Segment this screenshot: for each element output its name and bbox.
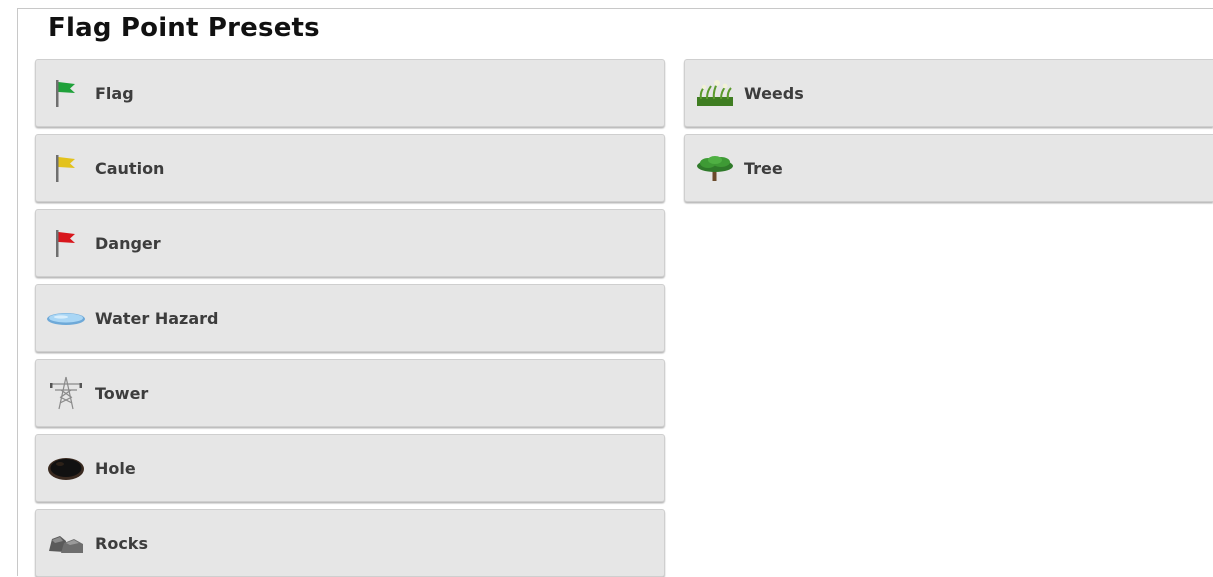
power-tower-icon xyxy=(46,376,86,410)
rocks-icon xyxy=(46,527,86,559)
preset-list-right: Weeds Tree xyxy=(684,59,1213,202)
preset-button-hole[interactable]: Hole xyxy=(35,434,665,502)
preset-label: Hole xyxy=(95,458,136,478)
preset-button-caution[interactable]: Caution xyxy=(35,134,665,202)
preset-label: Weeds xyxy=(744,83,804,103)
hole-icon xyxy=(46,452,86,484)
yellow-flag-icon xyxy=(46,152,86,184)
preset-button-danger[interactable]: Danger xyxy=(35,209,665,277)
preset-button-rocks[interactable]: Rocks xyxy=(35,509,665,577)
green-flag-icon xyxy=(46,77,86,109)
weeds-icon xyxy=(695,77,735,109)
preset-list-left: Flag Caution Danger Water Hazard Tower H… xyxy=(35,59,665,577)
preset-label: Tree xyxy=(744,158,783,178)
preset-button-weeds[interactable]: Weeds xyxy=(684,59,1213,127)
water-puddle-icon xyxy=(46,302,86,334)
red-flag-icon xyxy=(46,227,86,259)
preset-button-tree[interactable]: Tree xyxy=(684,134,1213,202)
preset-label: Danger xyxy=(95,233,161,253)
page-title: Flag Point Presets xyxy=(48,13,320,43)
preset-label: Flag xyxy=(95,83,134,103)
preset-label: Caution xyxy=(95,158,165,178)
preset-label: Tower xyxy=(95,383,149,403)
preset-label: Water Hazard xyxy=(95,308,219,328)
preset-button-flag[interactable]: Flag xyxy=(35,59,665,127)
preset-label: Rocks xyxy=(95,533,148,553)
tree-icon xyxy=(695,152,735,184)
preset-button-tower[interactable]: Tower xyxy=(35,359,665,427)
preset-button-water-hazard[interactable]: Water Hazard xyxy=(35,284,665,352)
